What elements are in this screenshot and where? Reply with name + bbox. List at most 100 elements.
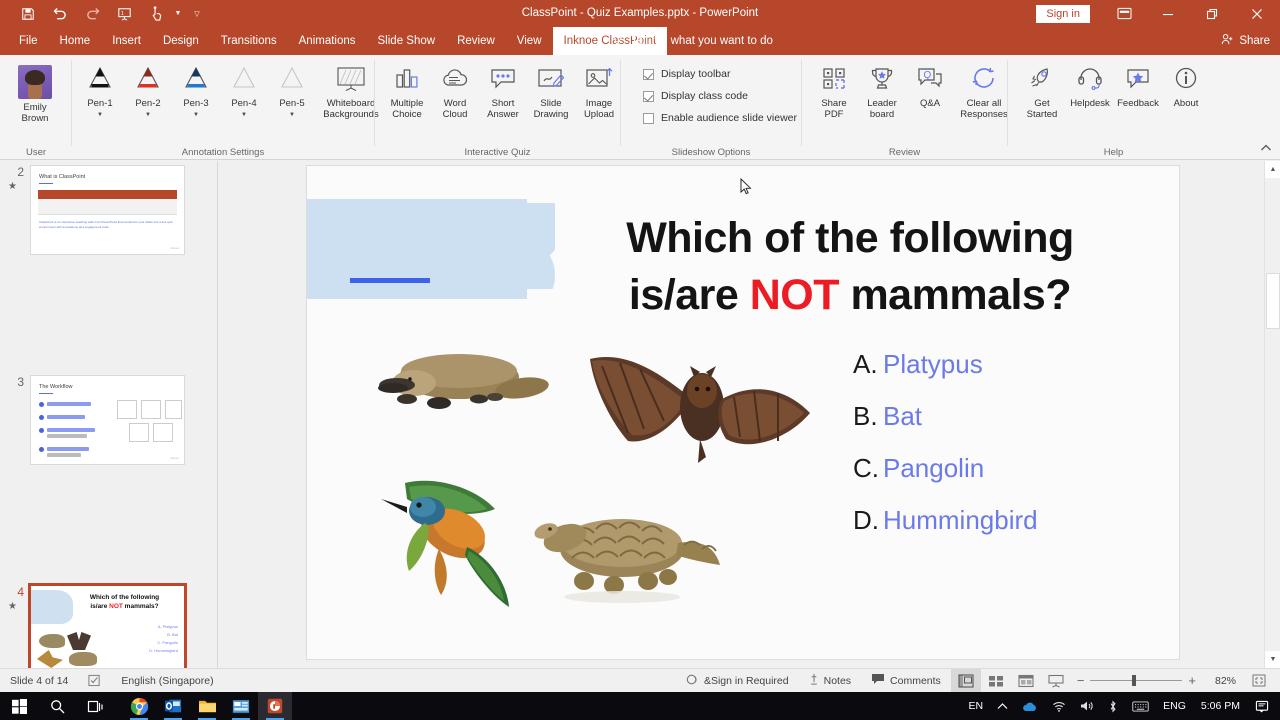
taskbar-app-powerpoint[interactable]: [258, 692, 292, 720]
bat-photo[interactable]: [582, 341, 817, 481]
reading-view-button[interactable]: [1011, 669, 1041, 693]
slide-counter[interactable]: Slide 4 of 14: [0, 669, 78, 693]
answer-list[interactable]: A. Platypus B. Bat C. Pangolin D. Hummin…: [853, 338, 1038, 546]
thumbnail-image[interactable]: The Workflow inknoe: [30, 375, 185, 465]
normal-view-button[interactable]: [950, 668, 981, 693]
language-indicator[interactable]: English (Singapore): [111, 669, 223, 693]
collapse-ribbon-icon[interactable]: [1260, 143, 1272, 156]
feedback-button[interactable]: Feedback: [1114, 59, 1162, 109]
clear-all-responses-button[interactable]: Clear all Responses: [954, 59, 1014, 120]
restore-icon[interactable]: [1190, 0, 1234, 27]
taskbar-app-file-explorer[interactable]: [190, 692, 224, 720]
slide-show-view-button[interactable]: [1041, 669, 1071, 693]
thumbnail-slide-2[interactable]: 2 ★ What is ClassPoint ClassPoint is an …: [0, 161, 217, 266]
keyboard-icon[interactable]: [1125, 692, 1156, 720]
action-center-icon[interactable]: [1248, 692, 1276, 720]
pen-3-button[interactable]: Pen-3 ▼: [172, 59, 220, 121]
zoom-out-button[interactable]: −: [1077, 673, 1085, 688]
tab-home[interactable]: Home: [49, 27, 102, 55]
slide-thumbnail-panel[interactable]: 2 ★ What is ClassPoint ClassPoint is an …: [0, 161, 218, 668]
taskbar-app-outlook[interactable]: [156, 692, 190, 720]
platypus-photo[interactable]: [367, 341, 552, 416]
network-icon[interactable]: [1045, 692, 1073, 720]
thumbnail-image[interactable]: What is ClassPoint ClassPoint is an inte…: [30, 165, 185, 255]
show-hidden-icons[interactable]: [990, 692, 1015, 720]
tab-design[interactable]: Design: [152, 27, 210, 55]
pen-4-button[interactable]: Pen-4 ▼: [220, 59, 268, 121]
image-upload-button[interactable]: Image Upload: [575, 59, 623, 120]
ribbon-display-options-icon[interactable]: [1102, 0, 1146, 27]
volume-icon[interactable]: [1073, 692, 1101, 720]
tab-slide-show[interactable]: Slide Show: [367, 27, 447, 55]
hummingbird-photo[interactable]: [367, 471, 537, 616]
taskbar-app-sticky-notes[interactable]: [224, 692, 258, 720]
slide-editing-area[interactable]: Which of the following is/are NOT mammal…: [218, 161, 1280, 668]
zoom-control[interactable]: − +: [1071, 673, 1202, 688]
minimize-icon[interactable]: [1146, 0, 1190, 27]
word-cloud-button[interactable]: Word Cloud: [431, 59, 479, 120]
pen-5-dropdown-icon[interactable]: ▼: [289, 110, 295, 121]
tell-me-search[interactable]: Tell me what you want to do: [612, 27, 773, 55]
enable-audience-slide-viewer-checkbox[interactable]: Enable audience slide viewer: [643, 107, 797, 129]
display-toolbar-checkbox[interactable]: Display toolbar: [643, 63, 797, 85]
accessibility-check-icon[interactable]: [78, 669, 111, 693]
slide-title[interactable]: Which of the following is/are NOT mammal…: [557, 210, 1143, 324]
tab-review[interactable]: Review: [446, 27, 506, 55]
comments-button[interactable]: Comments: [861, 669, 951, 693]
tab-transitions[interactable]: Transitions: [210, 27, 288, 55]
share-pdf-button[interactable]: Share PDF: [810, 59, 858, 120]
thumbnail-slide-3[interactable]: 3 The Workflow inknoe: [0, 371, 217, 476]
pen-2-dropdown-icon[interactable]: ▼: [145, 110, 151, 121]
tab-view[interactable]: View: [506, 27, 553, 55]
display-class-code-checkbox[interactable]: Display class code: [643, 85, 797, 107]
pen-3-dropdown-icon[interactable]: ▼: [193, 110, 199, 121]
vertical-scrollbar[interactable]: ▲ ▼: [1264, 161, 1280, 668]
search-icon[interactable]: [38, 692, 76, 720]
pen-1-button[interactable]: Pen-1 ▼: [76, 59, 124, 121]
scrollbar-thumb[interactable]: [1266, 273, 1280, 329]
pangolin-photo[interactable]: [522, 501, 727, 606]
notes-button[interactable]: Notes: [799, 669, 861, 693]
tab-insert[interactable]: Insert: [101, 27, 152, 55]
taskbar-clock[interactable]: 5:06 PM: [1193, 700, 1248, 712]
task-view-icon[interactable]: [76, 692, 114, 720]
onedrive-icon[interactable]: [1015, 692, 1045, 720]
bluetooth-icon[interactable]: [1101, 692, 1125, 720]
avatar[interactable]: [18, 65, 52, 99]
language-indicator[interactable]: ENG: [1156, 692, 1193, 720]
windows-start-icon[interactable]: [0, 692, 38, 720]
short-answer-button[interactable]: Short Answer: [479, 59, 527, 120]
pen-4-dropdown-icon[interactable]: ▼: [241, 110, 247, 121]
zoom-level[interactable]: 82%: [1202, 675, 1236, 687]
pen-5-button[interactable]: Pen-5 ▼: [268, 59, 316, 121]
close-icon[interactable]: [1234, 0, 1280, 27]
answer-value: Bat: [883, 401, 923, 431]
helpdesk-button[interactable]: Helpdesk: [1066, 59, 1114, 109]
current-slide[interactable]: Which of the following is/are NOT mammal…: [307, 166, 1179, 659]
zoom-slider-handle[interactable]: [1132, 675, 1137, 686]
zoom-in-button[interactable]: +: [1188, 673, 1196, 688]
pen-1-dropdown-icon[interactable]: ▼: [97, 110, 103, 121]
scroll-up-icon[interactable]: ▲: [1265, 161, 1280, 178]
sign-in-button[interactable]: Sign in: [1036, 4, 1090, 23]
zoom-slider[interactable]: [1090, 675, 1183, 686]
input-indicator[interactable]: EN: [962, 692, 991, 720]
qa-button[interactable]: Q Q&A: [906, 59, 954, 109]
slide-sorter-view-button[interactable]: [981, 669, 1011, 693]
thumbnail-slide-4[interactable]: 4 ★ Which of the following is/are NOT ma…: [0, 581, 217, 668]
slide-drawing-button[interactable]: Slide Drawing: [527, 59, 575, 120]
tab-animations[interactable]: Animations: [288, 27, 367, 55]
fit-to-window-button[interactable]: [1244, 669, 1274, 693]
pen-2-button[interactable]: Pen-2 ▼: [124, 59, 172, 121]
about-button[interactable]: About: [1162, 59, 1210, 109]
share-button[interactable]: Share: [1221, 27, 1270, 55]
taskbar-app-chrome[interactable]: [122, 692, 156, 720]
get-started-button[interactable]: Get Started: [1018, 59, 1066, 120]
leaderboard-button[interactable]: Leader board: [858, 59, 906, 120]
thumbnail-image-selected[interactable]: Which of the following is/are NOT mammal…: [28, 583, 187, 668]
tab-file[interactable]: File: [8, 27, 49, 55]
window-controls: Sign in: [1036, 0, 1280, 27]
sign-in-required-status[interactable]: &Sign in Required: [676, 669, 799, 693]
multiple-choice-button[interactable]: Multiple Choice: [383, 59, 431, 120]
scroll-down-icon[interactable]: ▼: [1265, 651, 1280, 668]
